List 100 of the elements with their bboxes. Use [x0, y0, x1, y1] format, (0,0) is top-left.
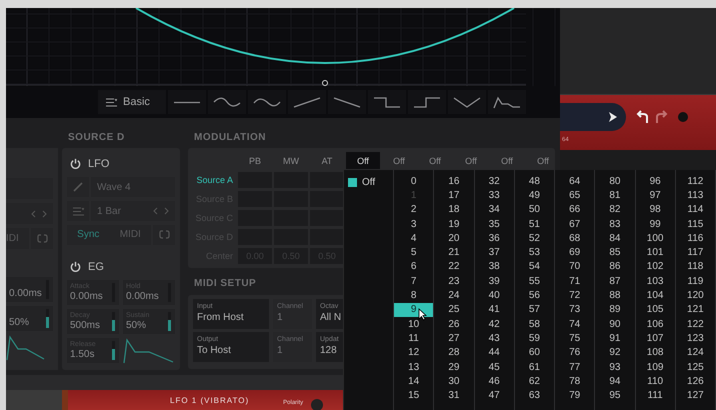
menu-item[interactable]: 32 [474, 174, 514, 188]
menu-item[interactable]: 26 [434, 316, 474, 332]
column-header[interactable]: AT [310, 152, 344, 169]
source-label[interactable]: Source A [192, 175, 236, 185]
menu-item[interactable]: 56 [514, 288, 554, 303]
menu-item[interactable]: 66 [555, 202, 594, 217]
amount-cell[interactable] [310, 229, 344, 245]
menu-item[interactable]: 17 [434, 188, 474, 203]
menu-item[interactable]: 15 [394, 388, 434, 403]
menu-item[interactable]: 39 [474, 274, 514, 288]
column-header[interactable]: Off [382, 152, 416, 169]
menu-item[interactable]: 50 [514, 202, 554, 217]
shape-button[interactable] [368, 90, 406, 114]
curve-handle[interactable] [322, 80, 328, 86]
menu-item[interactable]: 104 [636, 288, 675, 303]
menu-item[interactable]: 122 [676, 316, 715, 332]
menu-item[interactable]: 108 [636, 346, 675, 360]
menu-item[interactable]: 55 [514, 274, 554, 288]
menu-item[interactable]: 115 [676, 216, 715, 232]
shape-button[interactable] [448, 90, 486, 114]
menu-item[interactable]: 28 [434, 346, 474, 360]
column-header[interactable]: Off [346, 152, 380, 169]
menu-item[interactable]: 21 [434, 245, 474, 260]
loop-icon[interactable] [36, 234, 48, 243]
menu-item[interactable]: 106 [636, 316, 675, 332]
menu-item[interactable]: 42 [474, 316, 514, 332]
menu-item[interactable]: 80 [595, 174, 634, 188]
menu-item[interactable]: 10 [394, 316, 434, 332]
shape-button[interactable] [488, 90, 526, 114]
menu-item[interactable]: 36 [474, 231, 514, 246]
preset-button[interactable]: Basic [98, 90, 166, 114]
menu-item[interactable]: 14 [394, 374, 434, 388]
menu-item[interactable]: 64 [555, 174, 594, 188]
shape-button[interactable] [248, 90, 286, 114]
menu-item[interactable]: 78 [555, 374, 594, 388]
menu-item[interactable]: 76 [555, 346, 594, 360]
menu-item[interactable]: 60 [514, 346, 554, 360]
menu-item[interactable]: 52 [514, 231, 554, 246]
column-header[interactable]: Off [418, 152, 452, 169]
menu-item[interactable]: 11 [394, 331, 434, 346]
menu-item[interactable]: 47 [474, 388, 514, 403]
menu-item[interactable]: 102 [636, 260, 675, 274]
menu-item[interactable]: 86 [595, 260, 634, 274]
menu-item[interactable]: 19 [434, 216, 474, 232]
menu-item[interactable]: 77 [555, 360, 594, 374]
amount-cell[interactable] [310, 191, 344, 207]
menu-item[interactable]: 25 [434, 302, 474, 317]
menu-item[interactable]: 43 [474, 331, 514, 346]
menu-item[interactable]: 31 [434, 388, 474, 403]
shape-button[interactable] [328, 90, 366, 114]
loop-icon[interactable] [158, 230, 170, 240]
menu-item[interactable]: 0 [394, 174, 434, 188]
menu-item[interactable]: 95 [595, 388, 634, 403]
menu-item[interactable]: 44 [474, 346, 514, 360]
menu-item[interactable]: 75 [555, 331, 594, 346]
menu-item[interactable]: 8 [394, 288, 434, 303]
menu-item[interactable]: 91 [595, 331, 634, 346]
play-icon[interactable] [608, 111, 618, 123]
menu-item[interactable]: 98 [636, 202, 675, 217]
power-icon[interactable] [70, 261, 81, 272]
menu-item[interactable]: 3 [394, 216, 434, 232]
menu-item[interactable]: 83 [595, 216, 634, 232]
wave-field[interactable] [6, 178, 53, 199]
menu-item[interactable]: 62 [514, 374, 554, 388]
undo-icon[interactable] [636, 110, 650, 124]
menu-item[interactable]: 68 [555, 231, 594, 246]
menu-item[interactable]: 97 [636, 188, 675, 203]
menu-item[interactable]: 13 [394, 360, 434, 374]
power-icon[interactable] [70, 158, 81, 170]
menu-item[interactable]: 109 [636, 360, 675, 374]
menu-item[interactable]: 107 [636, 331, 675, 346]
menu-item[interactable]: 87 [595, 274, 634, 288]
menu-item[interactable]: 54 [514, 260, 554, 274]
pattern-field[interactable] [560, 103, 626, 131]
menu-item[interactable]: 63 [514, 388, 554, 403]
menu-item[interactable]: 18 [434, 202, 474, 217]
menu-item[interactable]: 70 [555, 260, 594, 274]
menu-item[interactable]: 65 [555, 188, 594, 203]
menu-icon[interactable] [106, 98, 117, 106]
menu-item[interactable]: 81 [595, 188, 634, 203]
menu-item[interactable]: 84 [595, 231, 634, 246]
menu-item[interactable]: 126 [676, 374, 715, 388]
menu-item[interactable]: 57 [514, 302, 554, 317]
menu-item[interactable]: 105 [636, 302, 675, 317]
menu-item[interactable]: 34 [474, 202, 514, 217]
menu-item[interactable]: 4 [394, 231, 434, 246]
menu-item[interactable]: 24 [434, 288, 474, 303]
menu-item[interactable]: 88 [595, 288, 634, 303]
menu-item[interactable]: 74 [555, 316, 594, 332]
menu-item[interactable]: 89 [595, 302, 634, 317]
column-header[interactable]: Off [526, 152, 555, 169]
menu-item[interactable]: 33 [474, 188, 514, 203]
rate-field[interactable] [6, 203, 53, 224]
menu-item[interactable]: 116 [676, 231, 715, 246]
menu-item[interactable]: 117 [676, 245, 715, 260]
menu-item[interactable]: 46 [474, 374, 514, 388]
menu-item[interactable]: 125 [676, 360, 715, 374]
knob[interactable] [678, 112, 688, 122]
menu-item[interactable]: 20 [434, 231, 474, 246]
column-header[interactable]: MW [274, 152, 308, 169]
